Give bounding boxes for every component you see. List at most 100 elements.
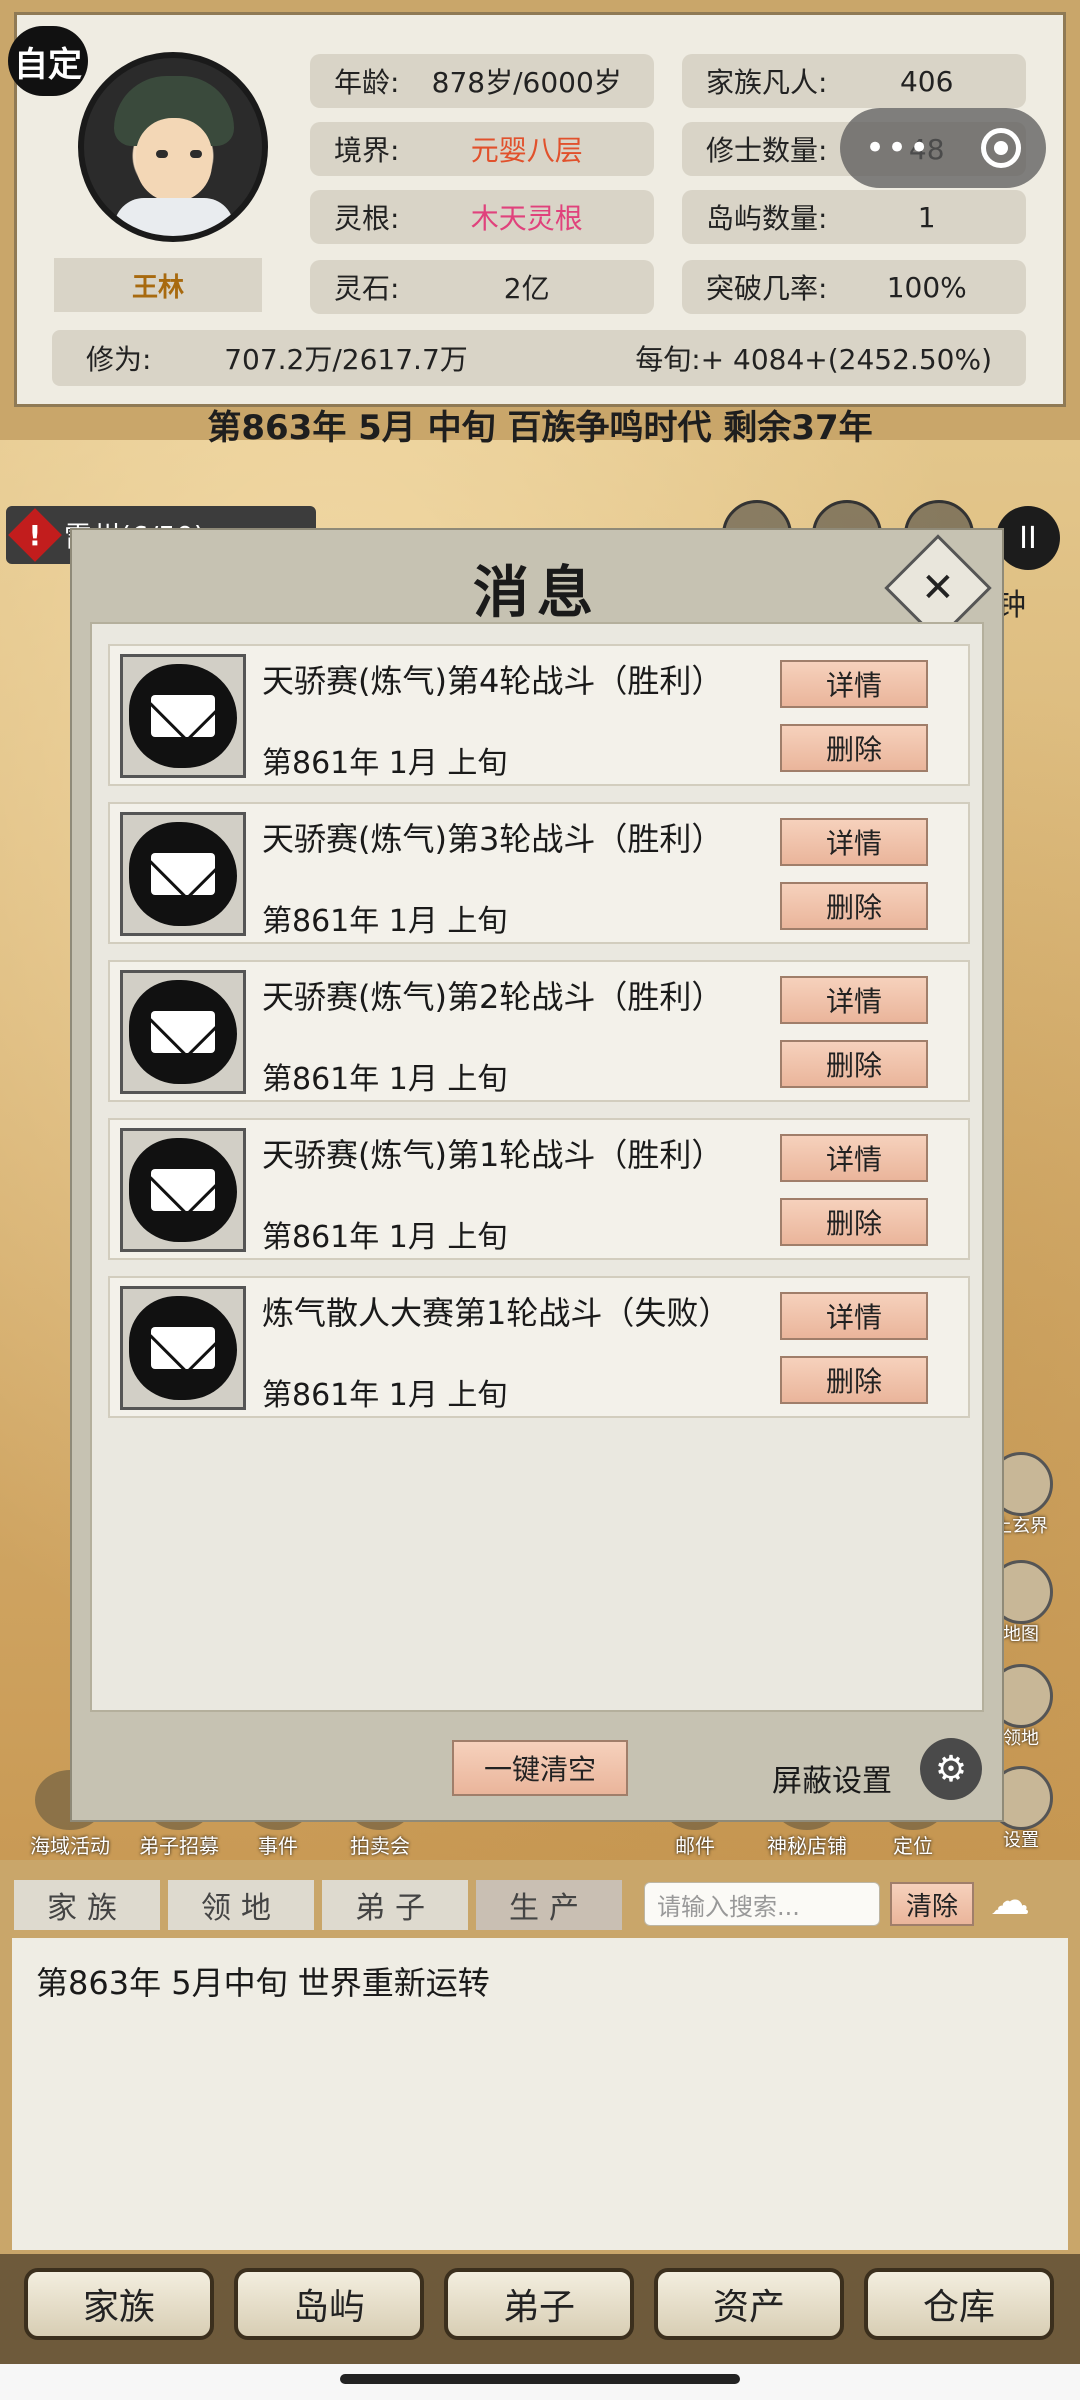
search-input[interactable]: 请输入搜索...: [644, 1882, 880, 1926]
envelope-icon: [120, 812, 246, 936]
bottom-icon-label: 神秘店铺: [767, 1834, 847, 1858]
custom-badge[interactable]: 自定: [8, 26, 88, 96]
envelope-icon: [120, 1128, 246, 1252]
envelope-icon: [120, 654, 246, 778]
detail-button[interactable]: 详情: [780, 1134, 928, 1182]
clear-search-button[interactable]: 清除: [890, 1882, 974, 1926]
stat-label: 灵根:: [334, 202, 400, 235]
bottom-icon-label: 海域活动: [30, 1834, 110, 1858]
avatar-eye: [190, 150, 202, 158]
message-date: 第861年 1月 上旬: [262, 1378, 508, 1413]
avatar-face: [136, 118, 212, 202]
bottom-nav: 家族 岛屿 弟子 资产 仓库: [0, 2254, 1080, 2364]
nav-assets[interactable]: 资产: [654, 2268, 844, 2340]
gear-icon[interactable]: ⚙: [920, 1738, 982, 1800]
message-title: 炼气散人大赛第1轮战斗（失败）: [262, 1294, 731, 1332]
message-dialog: 消息 ✕ 天骄赛(炼气)第4轮战斗（胜利） 第861年 1月 上旬 详情 删除 …: [72, 530, 1002, 1820]
avatar[interactable]: [78, 52, 268, 242]
message-title: 天骄赛(炼气)第2轮战斗（胜利）: [262, 978, 724, 1016]
message-list[interactable]: 天骄赛(炼气)第4轮战斗（胜利） 第861年 1月 上旬 详情 删除 天骄赛(炼…: [90, 622, 984, 1712]
log-output: 第863年 5月中旬 世界重新运转: [12, 1938, 1068, 2250]
stat-breakthrough: 突破几率: 100%: [682, 260, 1026, 314]
nav-warehouse[interactable]: 仓库: [864, 2268, 1054, 2340]
message-title: 天骄赛(炼气)第3轮战斗（胜利）: [262, 820, 724, 858]
tab-family[interactable]: 家族: [14, 1880, 160, 1930]
stat-spirit-stones: 灵石: 2亿: [310, 260, 654, 314]
bottom-icon-label: 弟子招募: [139, 1834, 219, 1858]
envelope-icon: [120, 1286, 246, 1410]
log-entry: 第863年 5月中旬 世界重新运转: [36, 1964, 490, 2002]
message-item: 天骄赛(炼气)第4轮战斗（胜利） 第861年 1月 上旬 详情 删除: [108, 644, 970, 786]
block-settings-label[interactable]: 屏蔽设置: [772, 1756, 892, 1800]
cultivation-bar: 修为: 707.2万/2617.7万 每旬:+ 4084+(2452.50%): [52, 330, 1026, 386]
stat-label: 年龄:: [334, 66, 400, 99]
bottom-icon-label: 拍卖会: [350, 1834, 410, 1858]
cultivation-value: 707.2万/2617.7万: [224, 343, 468, 376]
stat-label: 修士数量:: [706, 134, 828, 167]
message-title: 天骄赛(炼气)第4轮战斗（胜利）: [262, 662, 724, 700]
home-indicator[interactable]: [340, 2374, 740, 2384]
message-title: 天骄赛(炼气)第1轮战斗（胜利）: [262, 1136, 724, 1174]
stat-value: 406: [899, 64, 954, 98]
nav-disciples[interactable]: 弟子: [444, 2268, 634, 2340]
detail-button[interactable]: 详情: [780, 660, 928, 708]
delete-button[interactable]: 删除: [780, 1040, 928, 1088]
log-panel: 家族 领地 弟子 生产 请输入搜索... 清除 ☁ 第863年 5月中旬 世界重…: [0, 1860, 1080, 2260]
delete-button[interactable]: 删除: [780, 724, 928, 772]
status-panel: 自定 王林 年龄: 878岁/6000岁 境界: 元婴八层 灵根: 木天灵根 灵…: [0, 0, 1080, 440]
bottom-icon-label: 定位: [893, 1834, 933, 1858]
message-date: 第861年 1月 上旬: [262, 746, 508, 781]
message-date: 第861年 1月 上旬: [262, 1220, 508, 1255]
stat-value: 2亿: [503, 272, 550, 305]
alert-icon: !: [8, 508, 62, 562]
delete-button[interactable]: 删除: [780, 882, 928, 930]
close-icon: ✕: [921, 564, 955, 611]
dialog-title: 消息: [473, 560, 601, 626]
avatar-robe: [114, 198, 234, 236]
nav-family[interactable]: 家族: [24, 2268, 214, 2340]
stat-label: 境界:: [334, 134, 400, 167]
era-timeline: 第863年 5月 中旬 百族争鸣时代 剩余37年: [207, 408, 873, 448]
stat-value: 1: [917, 200, 936, 234]
pause-button[interactable]: II: [996, 506, 1060, 570]
message-item: 天骄赛(炼气)第1轮战斗（胜利） 第861年 1月 上旬 详情 删除: [108, 1118, 970, 1260]
delete-button[interactable]: 删除: [780, 1356, 928, 1404]
stat-label: 突破几率:: [706, 272, 828, 305]
nav-islands[interactable]: 岛屿: [234, 2268, 424, 2340]
bottom-icon-label: 邮件: [675, 1834, 715, 1858]
stat-value: 100%: [886, 270, 967, 304]
avatar-eye: [156, 150, 168, 158]
stat-value: 元婴八层: [470, 134, 583, 167]
tab-disciples[interactable]: 弟子: [322, 1880, 468, 1930]
stat-label: 家族凡人:: [706, 66, 828, 99]
stat-mortals: 家族凡人: 406: [682, 54, 1026, 108]
cloud-icon[interactable]: ☁: [990, 1878, 1030, 1924]
bottom-icon-label: 事件: [258, 1834, 298, 1858]
clear-all-button[interactable]: 一键清空: [452, 1740, 628, 1796]
stat-label: 岛屿数量:: [706, 202, 828, 235]
stat-label: 灵石:: [334, 272, 400, 305]
stat-realm: 境界: 元婴八层: [310, 122, 654, 176]
envelope-icon: [120, 970, 246, 1094]
message-item: 炼气散人大赛第1轮战斗（失败） 第861年 1月 上旬 详情 删除: [108, 1276, 970, 1418]
message-item: 天骄赛(炼气)第3轮战斗（胜利） 第861年 1月 上旬 详情 删除: [108, 802, 970, 944]
message-date: 第861年 1月 上旬: [262, 1062, 508, 1097]
per-turn-gain: 每旬:+ 4084+(2452.50%): [635, 343, 992, 376]
detail-button[interactable]: 详情: [780, 976, 928, 1024]
stat-age: 年龄: 878岁/6000岁: [310, 54, 654, 108]
delete-button[interactable]: 删除: [780, 1198, 928, 1246]
detail-button[interactable]: 详情: [780, 818, 928, 866]
message-item: 天骄赛(炼气)第2轮战斗（胜利） 第861年 1月 上旬 详情 删除: [108, 960, 970, 1102]
detail-button[interactable]: 详情: [780, 1292, 928, 1340]
player-name: 王林: [54, 258, 262, 312]
tab-production[interactable]: 生产: [476, 1880, 622, 1930]
close-target-icon[interactable]: [981, 128, 1022, 168]
stat-value: 878岁/6000岁: [431, 66, 622, 99]
stat-islands: 岛屿数量: 1: [682, 190, 1026, 244]
more-icon[interactable]: •••: [865, 128, 931, 168]
stat-spirit-root: 灵根: 木天灵根: [310, 190, 654, 244]
stat-value: 木天灵根: [470, 202, 583, 235]
miniprogram-capsule[interactable]: •••: [840, 108, 1046, 188]
tab-territory[interactable]: 领地: [168, 1880, 314, 1930]
cultivation-label: 修为:: [86, 343, 152, 376]
